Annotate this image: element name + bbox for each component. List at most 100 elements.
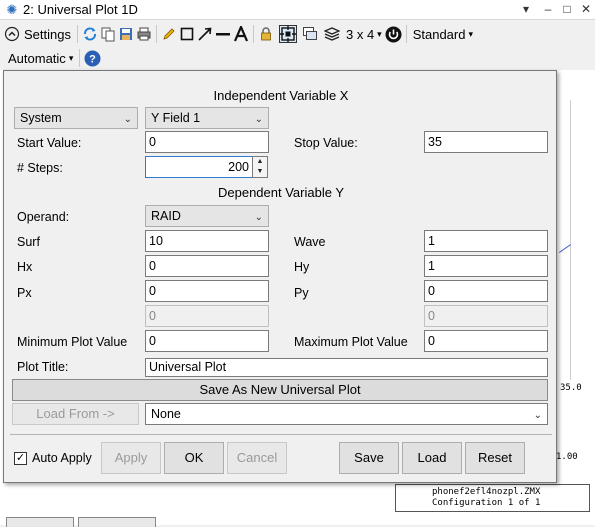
settings-button[interactable]: Settings — [0, 23, 74, 45]
reset-button[interactable]: Reset — [465, 442, 525, 474]
window-clone-icon[interactable] — [301, 25, 319, 43]
apply-button[interactable]: Apply — [101, 442, 161, 474]
caret-down-icon: ▾ — [68, 52, 74, 63]
save-as-new-universal-plot-button[interactable]: Save As New Universal Plot — [12, 379, 548, 401]
plot-axis — [570, 100, 571, 380]
spin-up-icon[interactable]: ▲ — [253, 157, 267, 167]
maximum-plot-value-input[interactable]: 0 — [424, 330, 548, 352]
py-label: Py — [294, 286, 309, 300]
x-tick-label: 35.0 — [560, 383, 582, 393]
x-category-select[interactable]: System ⌄ — [14, 107, 138, 129]
operand-label: Operand: — [17, 210, 70, 224]
x-category-value: System — [20, 111, 62, 125]
copy-icon[interactable] — [99, 25, 117, 43]
scale-label: Automatic — [8, 50, 66, 66]
px-label: Px — [17, 286, 32, 300]
toolbar-secondary: Automatic ▾ ? — [0, 47, 595, 69]
hy-label: Hy — [294, 260, 310, 274]
scale-dropdown[interactable]: Automatic ▾ — [0, 47, 76, 69]
text-icon[interactable] — [232, 25, 250, 43]
settings-dialog: Independent Variable X System ⌄ Y Field … — [3, 70, 557, 483]
extra-parameter-left-input: 0 — [145, 305, 269, 327]
pencil-icon[interactable] — [160, 25, 178, 43]
hx-input[interactable]: 0 — [145, 255, 269, 277]
layers-icon[interactable] — [323, 25, 341, 43]
title-bar: ✺ 2: Universal Plot 1D ▾ – □ ✕ — [0, 0, 595, 20]
x-parameter-select[interactable]: Y Field 1 ⌄ — [145, 107, 269, 129]
steps-label: # Steps: — [17, 161, 63, 175]
zemax-app-icon: ✺ — [6, 1, 18, 17]
save-button[interactable]: Save — [339, 442, 399, 474]
surf-label: Surf — [17, 235, 40, 249]
chevron-down-icon: ⌄ — [254, 114, 263, 125]
close-button[interactable]: ✕ — [577, 0, 595, 20]
steps-input[interactable]: 200 — [145, 156, 253, 178]
operand-value: RAID — [151, 209, 181, 223]
rectangle-icon[interactable] — [178, 25, 196, 43]
extra-parameter-right-input: 0 — [424, 305, 548, 327]
cancel-button[interactable]: Cancel — [227, 442, 287, 474]
dependent-variable-title: Dependent Variable Y — [217, 185, 344, 200]
load-from-select[interactable]: None ⌄ — [145, 403, 548, 425]
dialog-divider — [10, 434, 552, 435]
stop-value-input[interactable]: 35 — [424, 131, 548, 153]
wave-input[interactable]: 1 — [424, 230, 548, 252]
chevron-up-circle-icon — [3, 25, 21, 43]
start-value-input[interactable]: 0 — [145, 131, 269, 153]
chevron-down-icon: ⌄ — [533, 410, 542, 421]
plot-title-label: Plot Title: — [17, 360, 69, 374]
ok-button[interactable]: OK — [164, 442, 224, 474]
chevron-down-icon: ⌄ — [123, 114, 132, 125]
maximum-plot-value-label: Maximum Plot Value — [294, 335, 408, 349]
minimize-button[interactable]: – — [539, 0, 557, 20]
crosshair-icon[interactable] — [278, 25, 297, 43]
refresh-icon[interactable] — [81, 25, 99, 43]
tab-graph[interactable] — [6, 517, 74, 527]
power-icon[interactable] — [385, 25, 403, 43]
layout-dropdown[interactable]: 3 x 4 ▾ — [343, 23, 385, 45]
line-icon[interactable] — [214, 25, 232, 43]
spin-down-icon[interactable]: ▼ — [253, 167, 267, 177]
x-parameter-value: Y Field 1 — [151, 111, 201, 125]
style-dropdown[interactable]: Standard ▾ — [410, 23, 476, 45]
toolbar-separator — [76, 25, 78, 43]
plot-title-input[interactable]: Universal Plot — [145, 358, 548, 377]
minimum-plot-value-input[interactable]: 0 — [145, 330, 269, 352]
lock-icon[interactable] — [257, 25, 275, 43]
dropdown-window-button[interactable]: ▾ — [517, 0, 535, 20]
configuration-label: Configuration 1 of 1 — [432, 498, 541, 508]
caret-down-icon: ▾ — [377, 28, 382, 39]
auto-apply-label: Auto Apply — [32, 451, 92, 465]
print-icon[interactable] — [135, 25, 153, 43]
hx-label: Hx — [17, 260, 33, 274]
toolbar-separator — [252, 25, 254, 43]
hy-input[interactable]: 1 — [424, 255, 548, 277]
wave-label: Wave — [294, 235, 326, 249]
arrow-icon[interactable] — [196, 25, 214, 43]
stop-value-label: Stop Value: — [294, 136, 358, 150]
plot-info-box: phonef2efl4nozpl.ZMX Configuration 1 of … — [395, 484, 590, 512]
style-label: Standard — [412, 26, 466, 42]
file-name: phonef2efl4nozpl.ZMX — [432, 487, 541, 497]
start-value-label: Start Value: — [17, 136, 82, 150]
steps-spinner[interactable]: ▲ ▼ — [252, 156, 268, 178]
load-button[interactable]: Load — [402, 442, 462, 474]
operand-select[interactable]: RAID ⌄ — [145, 205, 269, 227]
maximize-button[interactable]: □ — [558, 0, 576, 20]
caret-down-icon: ▾ — [468, 28, 473, 39]
settings-label: Settings — [24, 26, 71, 42]
chevron-down-icon: ⌄ — [254, 212, 263, 223]
py-input[interactable]: 0 — [424, 280, 548, 302]
y-tick-label: 1.00 — [556, 452, 578, 462]
tab-text[interactable] — [78, 517, 156, 527]
help-icon[interactable]: ? — [83, 49, 101, 67]
save-image-icon[interactable] — [117, 25, 135, 43]
bottom-tabs — [0, 517, 595, 527]
layout-label: 3 x 4 — [345, 26, 375, 42]
surf-input[interactable]: 10 — [145, 230, 269, 252]
minimum-plot-value-label: Minimum Plot Value — [17, 335, 128, 349]
load-from-value: None — [151, 407, 181, 421]
px-input[interactable]: 0 — [145, 280, 269, 302]
toolbar-main: Settings 3 x 4 ▾ Standard ▾ — [0, 21, 595, 47]
auto-apply-checkbox[interactable]: ✓ — [14, 452, 27, 465]
